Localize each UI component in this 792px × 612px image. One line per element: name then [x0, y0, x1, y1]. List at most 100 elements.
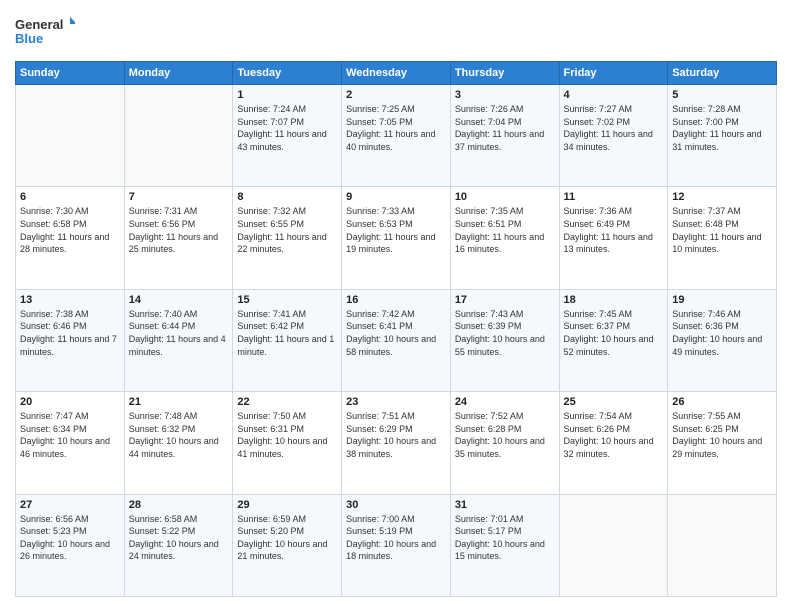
calendar-table: SundayMondayTuesdayWednesdayThursdayFrid… [15, 61, 777, 597]
day-cell: 1 Sunrise: 7:24 AM Sunset: 7:07 PM Daylig… [233, 85, 342, 187]
day-content: Sunrise: 7:48 AM Sunset: 6:32 PM Dayligh… [129, 410, 229, 460]
day-content: Sunrise: 7:55 AM Sunset: 6:25 PM Dayligh… [672, 410, 772, 460]
week-row-2: 6 Sunrise: 7:30 AM Sunset: 6:58 PM Daylig… [16, 187, 777, 289]
day-cell: 6 Sunrise: 7:30 AM Sunset: 6:58 PM Daylig… [16, 187, 125, 289]
day-number: 12 [672, 191, 772, 203]
day-content: Sunrise: 7:42 AM Sunset: 6:41 PM Dayligh… [346, 308, 446, 358]
day-content: Sunrise: 7:52 AM Sunset: 6:28 PM Dayligh… [455, 410, 555, 460]
day-content: Sunrise: 7:36 AM Sunset: 6:49 PM Dayligh… [564, 205, 664, 255]
day-content: Sunrise: 7:45 AM Sunset: 6:37 PM Dayligh… [564, 308, 664, 358]
week-row-3: 13 Sunrise: 7:38 AM Sunset: 6:46 PM Dayli… [16, 289, 777, 391]
day-cell: 5 Sunrise: 7:28 AM Sunset: 7:00 PM Daylig… [668, 85, 777, 187]
day-cell [124, 85, 233, 187]
day-number: 14 [129, 294, 229, 306]
day-number: 22 [237, 396, 337, 408]
column-header-friday: Friday [559, 62, 668, 85]
day-cell: 4 Sunrise: 7:27 AM Sunset: 7:02 PM Daylig… [559, 85, 668, 187]
week-row-1: 1 Sunrise: 7:24 AM Sunset: 7:07 PM Daylig… [16, 85, 777, 187]
day-number: 16 [346, 294, 446, 306]
day-cell: 28 Sunrise: 6:58 AM Sunset: 5:22 PM Dayli… [124, 494, 233, 596]
day-content: Sunrise: 7:46 AM Sunset: 6:36 PM Dayligh… [672, 308, 772, 358]
day-number: 18 [564, 294, 664, 306]
day-number: 13 [20, 294, 120, 306]
day-number: 28 [129, 499, 229, 511]
day-cell: 21 Sunrise: 7:48 AM Sunset: 6:32 PM Dayli… [124, 392, 233, 494]
day-number: 15 [237, 294, 337, 306]
day-number: 25 [564, 396, 664, 408]
calendar-page: General Blue SundayMondayTuesdayWednesda… [0, 0, 792, 612]
day-cell: 26 Sunrise: 7:55 AM Sunset: 6:25 PM Dayli… [668, 392, 777, 494]
day-cell [16, 85, 125, 187]
column-header-tuesday: Tuesday [233, 62, 342, 85]
day-number: 31 [455, 499, 555, 511]
day-cell: 8 Sunrise: 7:32 AM Sunset: 6:55 PM Daylig… [233, 187, 342, 289]
day-cell: 16 Sunrise: 7:42 AM Sunset: 6:41 PM Dayli… [342, 289, 451, 391]
day-content: Sunrise: 7:50 AM Sunset: 6:31 PM Dayligh… [237, 410, 337, 460]
day-number: 30 [346, 499, 446, 511]
day-cell: 11 Sunrise: 7:36 AM Sunset: 6:49 PM Dayli… [559, 187, 668, 289]
day-cell: 31 Sunrise: 7:01 AM Sunset: 5:17 PM Dayli… [450, 494, 559, 596]
day-cell: 13 Sunrise: 7:38 AM Sunset: 6:46 PM Dayli… [16, 289, 125, 391]
day-number: 11 [564, 191, 664, 203]
day-number: 20 [20, 396, 120, 408]
column-header-monday: Monday [124, 62, 233, 85]
day-cell: 17 Sunrise: 7:43 AM Sunset: 6:39 PM Dayli… [450, 289, 559, 391]
week-row-5: 27 Sunrise: 6:56 AM Sunset: 5:23 PM Dayli… [16, 494, 777, 596]
day-number: 3 [455, 89, 555, 101]
header-row: SundayMondayTuesdayWednesdayThursdayFrid… [16, 62, 777, 85]
day-content: Sunrise: 6:59 AM Sunset: 5:20 PM Dayligh… [237, 513, 337, 563]
day-content: Sunrise: 7:30 AM Sunset: 6:58 PM Dayligh… [20, 205, 120, 255]
day-number: 4 [564, 89, 664, 101]
day-content: Sunrise: 7:38 AM Sunset: 6:46 PM Dayligh… [20, 308, 120, 358]
day-number: 2 [346, 89, 446, 101]
day-cell: 22 Sunrise: 7:50 AM Sunset: 6:31 PM Dayli… [233, 392, 342, 494]
logo-svg: General Blue [15, 15, 75, 51]
day-cell: 10 Sunrise: 7:35 AM Sunset: 6:51 PM Dayli… [450, 187, 559, 289]
day-cell: 7Sunrise: 7:31 AM Sunset: 6:56 PM Daylig… [124, 187, 233, 289]
header: General Blue [15, 15, 777, 51]
day-content: Sunrise: 7:28 AM Sunset: 7:00 PM Dayligh… [672, 103, 772, 153]
day-cell: 3 Sunrise: 7:26 AM Sunset: 7:04 PM Daylig… [450, 85, 559, 187]
day-cell [668, 494, 777, 596]
day-number: 26 [672, 396, 772, 408]
day-content: Sunrise: 7:37 AM Sunset: 6:48 PM Dayligh… [672, 205, 772, 255]
day-number: 6 [20, 191, 120, 203]
day-cell: 30 Sunrise: 7:00 AM Sunset: 5:19 PM Dayli… [342, 494, 451, 596]
day-number: 19 [672, 294, 772, 306]
day-content: Sunrise: 7:32 AM Sunset: 6:55 PM Dayligh… [237, 205, 337, 255]
day-number: 29 [237, 499, 337, 511]
week-row-4: 20 Sunrise: 7:47 AM Sunset: 6:34 PM Dayli… [16, 392, 777, 494]
day-number: 17 [455, 294, 555, 306]
day-content: Sunrise: 7:01 AM Sunset: 5:17 PM Dayligh… [455, 513, 555, 563]
day-content: Sunrise: 7:41 AM Sunset: 6:42 PM Dayligh… [237, 308, 337, 358]
day-content: Sunrise: 6:56 AM Sunset: 5:23 PM Dayligh… [20, 513, 120, 563]
day-content: Sunrise: 6:58 AM Sunset: 5:22 PM Dayligh… [129, 513, 229, 563]
day-cell: 2Sunrise: 7:25 AM Sunset: 7:05 PM Daylig… [342, 85, 451, 187]
day-number: 24 [455, 396, 555, 408]
day-number: 1 [237, 89, 337, 101]
day-number: 8 [237, 191, 337, 203]
day-number: 21 [129, 396, 229, 408]
day-cell: 12 Sunrise: 7:37 AM Sunset: 6:48 PM Dayli… [668, 187, 777, 289]
day-number: 5 [672, 89, 772, 101]
day-content: Sunrise: 7:00 AM Sunset: 5:19 PM Dayligh… [346, 513, 446, 563]
day-number: 9 [346, 191, 446, 203]
day-content: Sunrise: 7:43 AM Sunset: 6:39 PM Dayligh… [455, 308, 555, 358]
day-number: 27 [20, 499, 120, 511]
day-content: Sunrise: 7:33 AM Sunset: 6:53 PM Dayligh… [346, 205, 446, 255]
day-cell: 14Sunrise: 7:40 AM Sunset: 6:44 PM Dayli… [124, 289, 233, 391]
day-cell: 23Sunrise: 7:51 AM Sunset: 6:29 PM Dayli… [342, 392, 451, 494]
day-content: Sunrise: 7:27 AM Sunset: 7:02 PM Dayligh… [564, 103, 664, 153]
day-number: 10 [455, 191, 555, 203]
day-content: Sunrise: 7:35 AM Sunset: 6:51 PM Dayligh… [455, 205, 555, 255]
day-content: Sunrise: 7:54 AM Sunset: 6:26 PM Dayligh… [564, 410, 664, 460]
day-content: Sunrise: 7:24 AM Sunset: 7:07 PM Dayligh… [237, 103, 337, 153]
day-number: 7 [129, 191, 229, 203]
day-cell: 9 Sunrise: 7:33 AM Sunset: 6:53 PM Daylig… [342, 187, 451, 289]
column-header-saturday: Saturday [668, 62, 777, 85]
day-content: Sunrise: 7:47 AM Sunset: 6:34 PM Dayligh… [20, 410, 120, 460]
day-number: 23 [346, 396, 446, 408]
column-header-sunday: Sunday [16, 62, 125, 85]
column-header-thursday: Thursday [450, 62, 559, 85]
day-content: Sunrise: 7:26 AM Sunset: 7:04 PM Dayligh… [455, 103, 555, 153]
